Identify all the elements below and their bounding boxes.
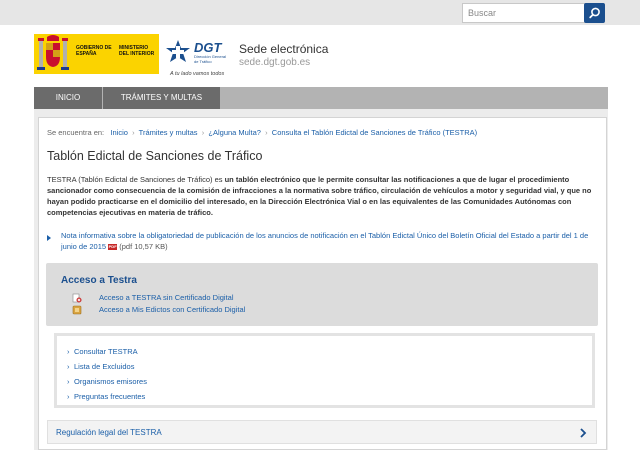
quick-links-box: › Consultar TESTRA › Lista de Excluidos › O…: [54, 333, 595, 408]
accordion-label: Regulación legal del TESTRA: [56, 428, 162, 437]
link-label: Lista de Excluidos: [74, 362, 135, 371]
government-logo[interactable]: GOBIERNO DE ESPAÑA MINISTERIO DEL INTERI…: [34, 34, 159, 74]
spain-coat-of-arms-icon: [34, 34, 72, 74]
breadcrumb-separator: ›: [263, 128, 270, 137]
dgt-wordmark: DGT: [194, 40, 222, 55]
link-preguntas-frecuentes[interactable]: › Preguntas frecuentes: [67, 392, 145, 401]
breadcrumb-separator: ›: [130, 128, 137, 137]
search-box: [462, 3, 605, 23]
breadcrumb-item-inicio[interactable]: Inicio: [110, 128, 128, 137]
chevron-right-icon: ›: [67, 392, 70, 401]
no-certificate-icon: [72, 293, 82, 303]
search-button[interactable]: [584, 3, 605, 23]
dgt-tagline: A tu lado vamos todos: [170, 71, 225, 77]
chevron-right-icon: [47, 235, 51, 241]
access-with-certificate-link[interactable]: Acceso a Mis Edictos con Certificado Dig…: [99, 305, 245, 314]
nav-item-tramites-y-multas[interactable]: TRÁMITES Y MULTAS: [103, 87, 220, 109]
dgt-logo[interactable]: DGT Dirección General de Tráfico A tu la…: [164, 38, 234, 78]
access-without-certificate-link[interactable]: Acceso a TESTRA sin Certificado Digital: [99, 293, 234, 302]
dgt-logo-icon: [166, 40, 190, 62]
page-title: Tablón Edictal de Sanciones de Tráfico: [47, 149, 263, 163]
pdf-icon: PDF: [108, 244, 118, 251]
gov-logo-text-spain: GOBIERNO DE ESPAÑA: [76, 45, 112, 57]
search-input[interactable]: [463, 4, 586, 22]
link-lista-excluidos[interactable]: › Lista de Excluidos: [67, 362, 134, 371]
link-organismos-emisores[interactable]: › Organismos emisores: [67, 377, 147, 386]
breadcrumb-prefix: Se encuentra en:: [47, 128, 105, 137]
breadcrumb: Se encuentra en: Inicio › Trámites y mul…: [47, 128, 477, 137]
breadcrumb-item-current[interactable]: Consulta el Tablón Edictal de Sanciones …: [272, 128, 477, 137]
intro-paragraph: TESTRA (Tablón Edictal de Sanciones de T…: [47, 174, 597, 218]
link-label: Preguntas frecuentes: [74, 392, 146, 401]
intro-lead: TESTRA (Tablón Edictal de Sanciones de T…: [47, 175, 223, 184]
note-file-size: (pdf 10,57 KB): [119, 242, 168, 251]
access-testra-box: Acceso a Testra Acceso a TESTRA sin Cert…: [46, 263, 598, 326]
breadcrumb-separator: ›: [199, 128, 207, 137]
breadcrumb-item-alguna-multa[interactable]: ¿Alguna Multa?: [208, 128, 261, 137]
dgt-subtitle: Dirección General de Tráfico: [194, 54, 227, 64]
site-title: Sede electrónica: [239, 42, 329, 56]
chevron-right-icon: ›: [67, 347, 70, 356]
accordion-regulacion-legal[interactable]: Regulación legal del TESTRA: [47, 420, 597, 444]
chevron-right-icon: ›: [67, 362, 70, 371]
access-title: Acceso a Testra: [61, 275, 137, 286]
chevron-right-icon: [580, 428, 587, 438]
search-icon: [589, 7, 600, 19]
nav-item-inicio[interactable]: INICIO: [34, 87, 102, 109]
site-url: sede.dgt.gob.es: [239, 57, 311, 68]
breadcrumb-item-tramites[interactable]: Trámites y multas: [139, 128, 198, 137]
gov-logo-text-ministry: MINISTERIO DEL INTERIOR: [119, 45, 155, 57]
link-label: Consultar TESTRA: [74, 347, 138, 356]
link-consultar-testra[interactable]: › Consultar TESTRA: [67, 347, 138, 356]
certificate-icon: [72, 305, 82, 315]
main-nav: INICIO TRÁMITES Y MULTAS: [34, 87, 608, 109]
chevron-right-icon: ›: [67, 377, 70, 386]
link-label: Organismos emisores: [74, 377, 147, 386]
